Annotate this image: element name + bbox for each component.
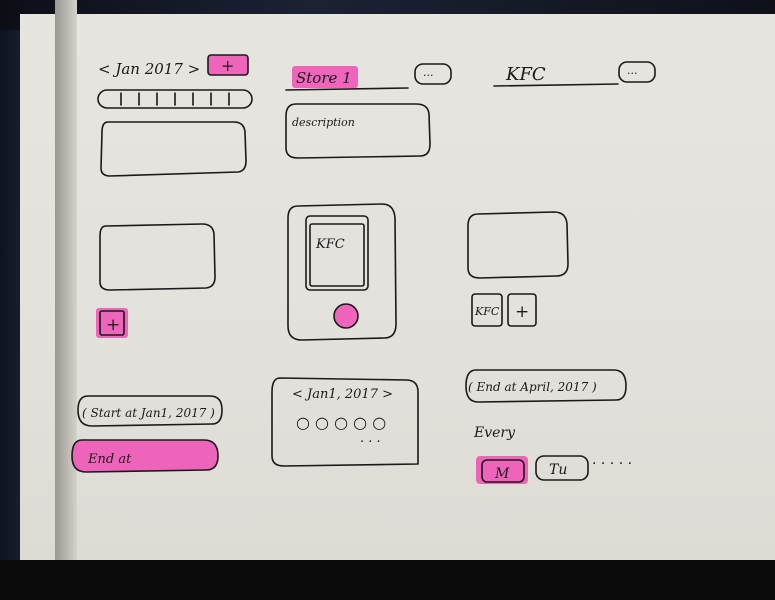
event-card[interactable] [100,121,247,177]
wireframe-sketch: < Jan 2017 > + + ( Start at Jan1, 2017 )… [71,54,656,484]
end-date-label: End at [87,452,132,467]
store-card[interactable] [309,223,365,287]
screen3: KFC ... KFC + ( End at April, 2017 ) Eve… [465,61,656,484]
more-days: · · · · · [592,456,632,472]
add-icon: + [515,302,529,322]
day-monday-label: M [494,466,510,482]
month-selector[interactable]: < Jan1, 2017 > [292,387,393,402]
image-box[interactable] [467,211,569,279]
screen2: Store 1 ... description KFC < Jan1, 2017… [271,63,452,467]
start-date-label: ( Start at Jan1, 2017 ) [82,406,215,420]
store-card-frame [305,215,369,291]
more-icon: ... [627,64,638,77]
calendar-strip-ticks [120,92,230,106]
more-icon: ... [423,66,434,79]
title-underline [285,87,409,91]
add-icon: + [106,315,120,335]
add-icon: + [221,56,234,75]
store-title: KFC [505,64,546,85]
day-tuesday-label: Tu [549,462,567,478]
event-card-empty[interactable] [99,223,216,291]
description-label: description [292,116,355,129]
end-date-label: ( End at April, 2017 ) [468,380,597,394]
day-dots[interactable]: ○ ○ ○ ○ ○ [296,413,386,432]
store-title: Store 1 [296,69,352,87]
store-chip-label: KFC [474,305,500,318]
description-box[interactable] [285,103,431,159]
repeat-label: Every [473,425,516,441]
day-dots-more: . . . [360,431,381,446]
month-selector[interactable]: < Jan 2017 > [98,60,200,78]
store-card-label: KFC [315,237,345,252]
screen1: < Jan 2017 > + + ( Start at Jan1, 2017 )… [71,54,253,473]
